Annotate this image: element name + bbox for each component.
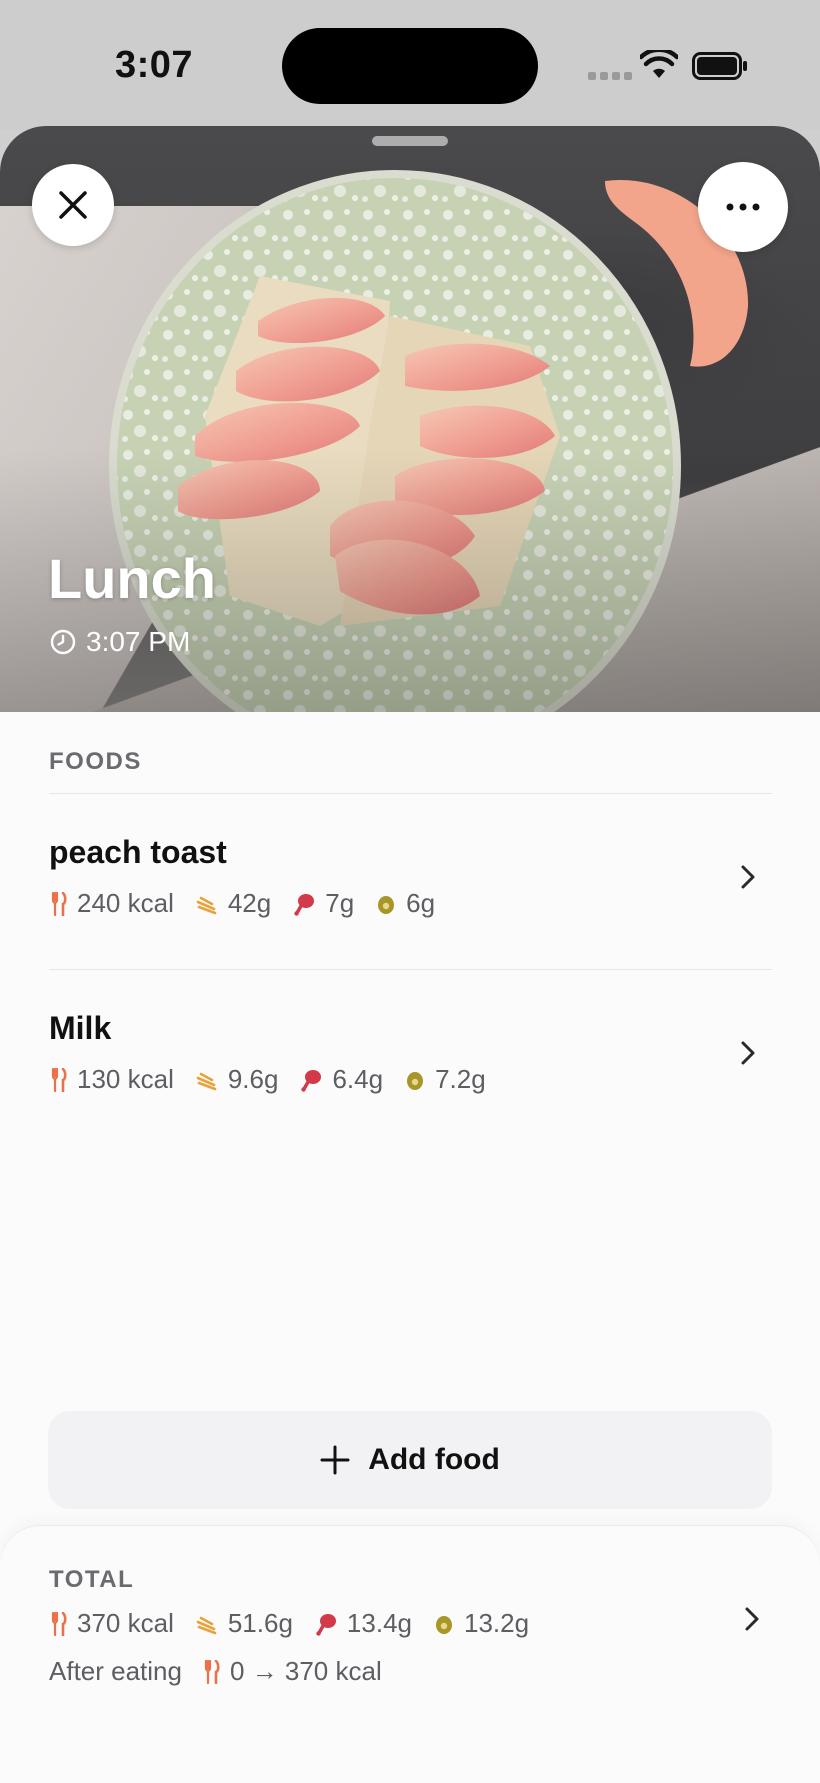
add-food-button[interactable]: Add food <box>48 1411 772 1509</box>
carbs-value: 42g <box>196 888 271 919</box>
carbs-value: 9.6g <box>196 1064 279 1095</box>
totals-macros: 370 kcal 51.6g 13.4g 13.2g <box>51 1608 551 1639</box>
meal-time-label: 3:07 PM <box>86 626 191 657</box>
more-button[interactable] <box>698 162 788 252</box>
food-list: peach toast 240 kcal 42g 7g 6g Milk 130 … <box>49 793 772 1145</box>
wheat-icon <box>196 1616 217 1634</box>
wifi-icon <box>640 50 678 78</box>
calories-value: 130 kcal <box>51 1064 174 1095</box>
fork-knife-icon <box>204 1659 220 1684</box>
totals-label: TOTAL <box>49 1566 135 1593</box>
after-eating-row: After eating 0 → 370 kcal <box>49 1656 382 1687</box>
close-button[interactable] <box>32 164 114 246</box>
carbs-text: 51.6g <box>227 1608 293 1638</box>
calories-value: 240 kcal <box>51 888 174 919</box>
food-name: peach toast <box>49 834 227 870</box>
foods-section-label: FOODS <box>49 748 142 775</box>
food-macros: 130 kcal 9.6g 6.4g 7.2g <box>51 1064 508 1095</box>
calories-text: 370 kcal <box>77 1608 174 1638</box>
protein-text: 6.4g <box>332 1064 384 1094</box>
fat-value: 6g <box>376 888 435 919</box>
add-food-label: Add food <box>368 1443 500 1476</box>
protein-value: 7g <box>293 888 354 919</box>
carbs-text: 9.6g <box>227 1064 279 1094</box>
chevron-right-icon <box>745 1607 759 1631</box>
after-eating-label: After eating <box>49 1656 182 1686</box>
avocado-icon <box>378 895 395 914</box>
calories-text: 130 kcal <box>77 1064 174 1094</box>
fat-value: 7.2g <box>405 1064 486 1095</box>
after-eating-value: 0 → 370 kcal <box>229 1656 382 1686</box>
dynamic-island <box>282 28 538 104</box>
battery-icon <box>692 52 747 80</box>
more-icon <box>726 203 760 211</box>
chevron-right-icon <box>741 1041 755 1065</box>
fat-text: 7.2g <box>435 1064 486 1094</box>
meal-time[interactable]: 3:07 PM <box>50 626 190 658</box>
carbs-text: 42g <box>227 888 272 918</box>
wheat-icon <box>196 896 217 914</box>
drumstick-icon <box>316 1613 336 1636</box>
sheet-grabber[interactable] <box>372 136 448 146</box>
meal-title: Lunch <box>48 547 216 610</box>
plus-icon <box>320 1445 350 1475</box>
avocado-icon <box>407 1071 424 1090</box>
fat-text: 6g <box>406 888 436 918</box>
food-macros: 240 kcal 42g 7g 6g <box>51 888 457 919</box>
fork-knife-icon <box>51 891 67 916</box>
calories-text: 240 kcal <box>77 888 174 918</box>
fork-knife-icon <box>51 1067 67 1092</box>
avocado-icon <box>436 1615 452 1634</box>
close-icon <box>59 191 87 219</box>
clock-icon <box>50 629 76 655</box>
totals-panel[interactable]: TOTAL 370 kcal 51.6g 13.4g 13.2g After e… <box>0 1526 820 1783</box>
protein-value: 13.4g <box>315 1608 412 1639</box>
food-row[interactable]: peach toast 240 kcal 42g 7g 6g <box>49 793 772 969</box>
status-time: 3:07 <box>115 44 194 86</box>
fork-knife-icon <box>51 1611 67 1636</box>
protein-value: 6.4g <box>300 1064 383 1095</box>
meal-photo <box>0 126 820 712</box>
wheat-icon <box>196 1072 217 1090</box>
drumstick-icon <box>301 1069 322 1092</box>
drumstick-icon <box>294 893 315 916</box>
meal-sheet: Lunch 3:07 PM FOODS peach toast 240 kcal <box>0 126 820 1783</box>
protein-text: 13.4g <box>346 1608 412 1638</box>
fat-value: 13.2g <box>434 1608 529 1639</box>
carbs-value: 51.6g <box>196 1608 293 1639</box>
food-name: Milk <box>49 1010 112 1046</box>
screen: 3:07 Lunch 3:07 PM FOODS peach toast 240… <box>0 0 820 1783</box>
food-row[interactable]: Milk 130 kcal 9.6g 6.4g 7.2g <box>49 969 772 1145</box>
protein-text: 7g <box>325 888 355 918</box>
calories-value: 370 kcal <box>51 1608 174 1639</box>
fat-text: 13.2g <box>464 1608 530 1638</box>
cellular-signal-icon <box>588 72 632 80</box>
chevron-right-icon <box>741 865 755 889</box>
status-bar: 3:07 <box>0 0 820 130</box>
